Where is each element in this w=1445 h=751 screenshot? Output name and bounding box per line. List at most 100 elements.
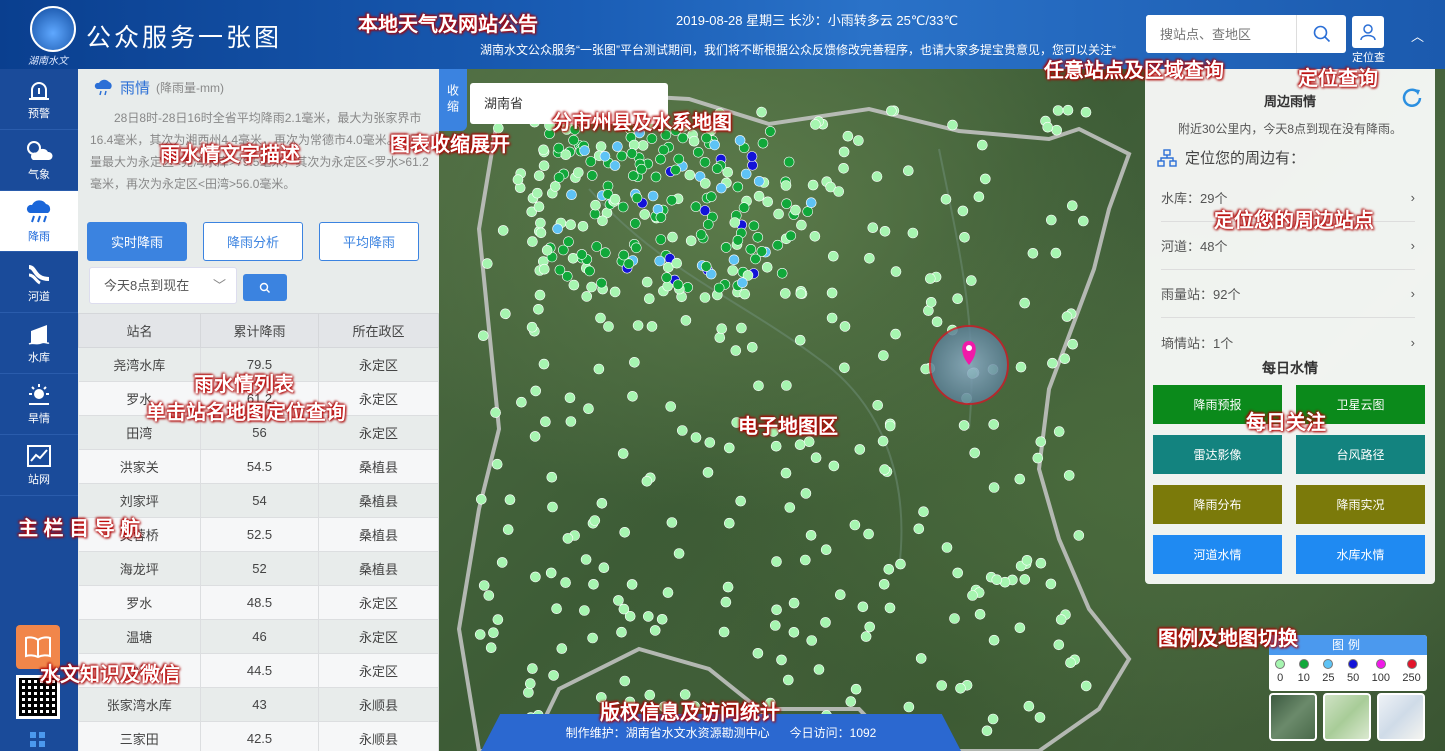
station-marker[interactable] — [1050, 247, 1062, 259]
station-marker[interactable] — [589, 515, 601, 526]
station-marker[interactable] — [619, 675, 631, 687]
station-marker[interactable] — [562, 533, 574, 544]
chevron-up-icon[interactable]: ︿ — [1411, 26, 1424, 45]
station-marker[interactable] — [973, 191, 985, 203]
station-marker[interactable] — [573, 167, 584, 178]
station-marker[interactable] — [762, 196, 774, 208]
station-marker[interactable] — [603, 321, 614, 332]
station-marker[interactable] — [752, 232, 764, 243]
station-marker[interactable] — [532, 187, 543, 199]
station-marker[interactable] — [788, 626, 800, 638]
station-marker[interactable] — [723, 517, 735, 529]
station-marker[interactable] — [878, 350, 889, 361]
nearby-row-rain-station[interactable]: 雨量站：92个 › — [1161, 270, 1415, 318]
station-marker[interactable] — [496, 557, 508, 568]
station-marker[interactable] — [502, 524, 514, 535]
station-marker[interactable] — [650, 171, 662, 183]
station-marker[interactable] — [565, 416, 577, 427]
station-marker[interactable] — [553, 172, 565, 183]
station-marker[interactable] — [534, 289, 546, 301]
station-marker[interactable] — [595, 312, 606, 324]
station-marker[interactable] — [877, 435, 889, 447]
station-marker[interactable] — [771, 556, 782, 567]
station-marker[interactable] — [497, 225, 509, 236]
station-marker[interactable] — [883, 563, 895, 575]
station-marker[interactable] — [779, 288, 791, 299]
station-marker[interactable] — [1053, 639, 1065, 651]
station-marker[interactable] — [711, 163, 723, 174]
station-marker[interactable] — [854, 444, 866, 455]
station-marker[interactable] — [826, 287, 838, 299]
station-marker[interactable] — [1019, 574, 1031, 585]
daily-tile[interactable]: 台风路径 — [1296, 435, 1425, 474]
station-marker[interactable] — [672, 279, 684, 290]
station-marker[interactable] — [748, 220, 760, 232]
station-marker[interactable] — [809, 231, 821, 242]
table-row[interactable]: 罗水 48.5 永定区 — [78, 585, 439, 620]
station-marker[interactable] — [827, 250, 839, 262]
station-marker[interactable] — [776, 268, 788, 279]
basemap-satellite[interactable] — [1269, 693, 1317, 741]
station-marker[interactable] — [780, 467, 792, 479]
station-marker[interactable] — [810, 119, 821, 130]
station-marker[interactable] — [690, 432, 702, 443]
station-marker[interactable] — [1067, 338, 1079, 350]
station-marker[interactable] — [826, 312, 838, 324]
station-marker[interactable] — [655, 153, 666, 165]
station-marker[interactable] — [850, 683, 862, 695]
station-marker[interactable] — [646, 133, 658, 144]
nav-item-network[interactable]: 站网 — [0, 435, 78, 496]
station-marker[interactable] — [590, 199, 601, 211]
station-marker[interactable] — [677, 425, 688, 436]
station-marker[interactable] — [538, 358, 550, 370]
station-marker[interactable] — [538, 144, 549, 156]
station-marker[interactable] — [794, 439, 806, 451]
station-marker[interactable] — [769, 620, 781, 631]
station-marker[interactable] — [649, 625, 661, 636]
station-marker[interactable] — [794, 334, 806, 346]
station-marker[interactable] — [587, 632, 598, 644]
station-marker[interactable] — [756, 246, 768, 257]
station-name-cell[interactable]: 洪家关 — [78, 449, 201, 484]
station-marker[interactable] — [616, 150, 628, 162]
station-marker[interactable] — [807, 179, 819, 191]
apps-grid-icon[interactable] — [28, 730, 48, 751]
station-marker[interactable] — [527, 236, 538, 247]
station-marker[interactable] — [556, 643, 568, 654]
station-name-cell[interactable]: 罗水 — [78, 585, 201, 620]
station-marker[interactable] — [699, 205, 711, 216]
station-marker[interactable] — [879, 226, 891, 237]
station-marker[interactable] — [952, 293, 963, 304]
station-marker[interactable] — [630, 218, 641, 229]
nav-item-reservoir[interactable]: 水库 — [0, 313, 78, 374]
station-marker[interactable] — [609, 193, 621, 205]
station-name-cell[interactable]: 三家田 — [78, 721, 201, 751]
station-marker[interactable] — [688, 135, 700, 147]
station-marker[interactable] — [662, 587, 674, 598]
station-name-cell[interactable]: 海龙坪 — [78, 551, 201, 586]
station-marker[interactable] — [833, 186, 845, 197]
station-marker[interactable] — [529, 431, 541, 442]
station-marker[interactable] — [732, 235, 744, 246]
station-marker[interactable] — [551, 603, 562, 615]
station-marker[interactable] — [952, 567, 964, 579]
station-marker[interactable] — [931, 316, 943, 328]
station-marker[interactable] — [753, 176, 765, 187]
station-marker[interactable] — [890, 328, 901, 340]
daily-tile[interactable]: 河道水情 — [1153, 535, 1282, 574]
station-marker[interactable] — [788, 597, 800, 609]
basemap-vector[interactable] — [1377, 693, 1425, 741]
station-marker[interactable] — [958, 420, 970, 431]
station-marker[interactable] — [991, 574, 1003, 586]
station-marker[interactable] — [695, 229, 707, 240]
station-marker[interactable] — [658, 144, 669, 156]
station-marker[interactable] — [957, 205, 969, 217]
station-marker[interactable] — [864, 621, 876, 633]
station-marker[interactable] — [593, 363, 605, 375]
station-marker[interactable] — [860, 631, 872, 642]
refresh-icon[interactable] — [1400, 86, 1424, 113]
station-marker[interactable] — [813, 664, 825, 675]
station-marker[interactable] — [720, 242, 732, 253]
station-name-cell[interactable]: 张家湾水库 — [78, 687, 201, 722]
basemap-terrain[interactable] — [1323, 693, 1371, 741]
